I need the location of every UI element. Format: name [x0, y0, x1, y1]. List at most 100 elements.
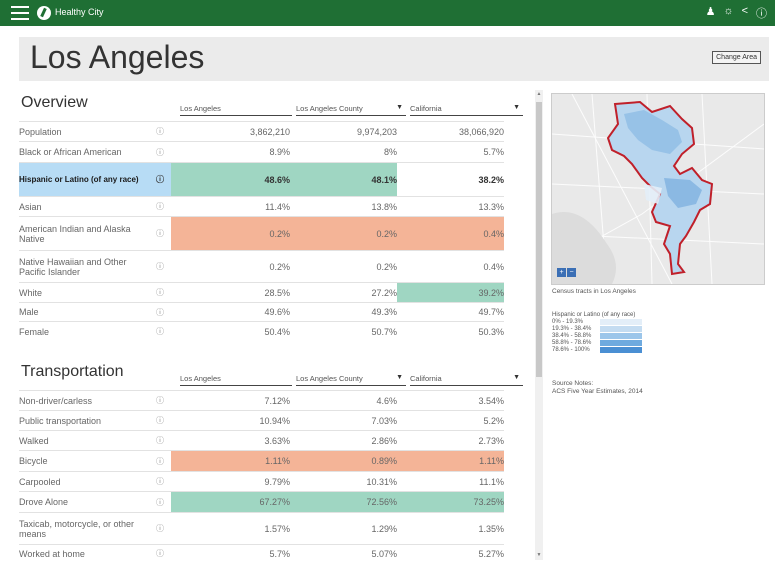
value-los-angeles: 50.4%	[171, 321, 290, 342]
value-county: 13.8%	[290, 196, 397, 217]
table-row: White ⓘ 28.5% 27.2% 39.2%	[19, 282, 504, 303]
value-county: 2.86%	[290, 430, 397, 451]
value-state: 1.11%	[397, 450, 504, 472]
row-label: Native Hawaiian and Other Pacific Island…	[19, 250, 149, 283]
legend-row: 0% - 19.3%	[552, 318, 642, 325]
value-state: 13.3%	[397, 196, 504, 217]
table-row: Bicycle ⓘ 1.11% 0.89% 1.11%	[19, 450, 504, 472]
value-state: 73.25%	[397, 491, 504, 513]
info-icon[interactable]: ⓘ	[149, 410, 171, 431]
legend-title: Hispanic or Latino (of any race)	[552, 312, 636, 318]
info-icon[interactable]: ⓘ	[149, 250, 171, 283]
value-state: 2.73%	[397, 430, 504, 451]
zoom-out-icon[interactable]: −	[567, 268, 576, 277]
info-icon[interactable]: ⓘ	[149, 430, 171, 451]
value-state: 5.7%	[397, 141, 504, 163]
value-state: 50.3%	[397, 321, 504, 342]
table-row: Male ⓘ 49.6% 49.3% 49.7%	[19, 302, 504, 322]
info-icon[interactable]: ⓘ	[149, 162, 171, 197]
table-row: Non-driver/carless ⓘ 7.12% 4.6% 3.54%	[19, 390, 504, 411]
dropdown-arrow-icon[interactable]: ▼	[396, 104, 403, 111]
settings-icon[interactable]: ☼	[723, 5, 733, 21]
value-county: 27.2%	[290, 282, 397, 303]
map-caption: Census tracts in Los Angeles	[552, 288, 636, 295]
table-row: Carpooled ⓘ 9.79% 10.31% 11.1%	[19, 471, 504, 492]
menu-icon[interactable]	[11, 6, 29, 20]
legend-row: 38.4% - 58.8%	[552, 332, 642, 339]
value-los-angeles: 0.2%	[171, 216, 290, 251]
table-row: Hispanic or Latino (of any race) ⓘ 48.6%…	[19, 162, 504, 197]
info-icon[interactable]: ⓘ	[149, 321, 171, 342]
scroll-up-icon[interactable]: ▲	[535, 91, 543, 97]
table-row: Taxicab, motorcycle, or other means ⓘ 1.…	[19, 512, 504, 545]
scroll-down-icon[interactable]: ▼	[535, 552, 543, 558]
value-los-angeles: 0.2%	[171, 250, 290, 283]
value-state: 3.54%	[397, 390, 504, 411]
info-icon[interactable]: ⓘ	[149, 471, 171, 492]
info-icon[interactable]: ⓘ	[149, 216, 171, 251]
col-head-state[interactable]: California ▼	[410, 374, 523, 386]
col-head-county[interactable]: Los Angeles County ▼	[296, 104, 406, 116]
value-county: 1.29%	[290, 512, 397, 545]
value-state: 0.4%	[397, 250, 504, 283]
title-bar: Los Angeles Change Area	[19, 37, 769, 81]
page-title: Los Angeles	[30, 39, 205, 75]
info-icon[interactable]: ⓘ	[149, 282, 171, 303]
value-los-angeles: 11.4%	[171, 196, 290, 217]
dropdown-arrow-icon[interactable]: ▼	[396, 374, 403, 381]
transportation-title: Transportation	[21, 363, 124, 380]
map-legend: Hispanic or Latino (of any race) 0% - 19…	[552, 312, 642, 353]
scrollbar[interactable]: ▲ ▼	[535, 90, 543, 560]
map-view[interactable]: + −	[551, 93, 765, 285]
col-head-state[interactable]: California ▼	[410, 104, 523, 116]
info-icon[interactable]: ⓘ	[149, 196, 171, 217]
table-row: Female ⓘ 50.4% 50.7% 50.3%	[19, 321, 504, 342]
table-row: American Indian and Alaska Native ⓘ 0.2%…	[19, 216, 504, 251]
value-county: 48.1%	[290, 162, 397, 197]
dropdown-arrow-icon[interactable]: ▼	[513, 104, 520, 111]
info-icon[interactable]: ⓘ	[149, 390, 171, 411]
col-head-county[interactable]: Los Angeles County ▼	[296, 374, 406, 386]
value-county: 8%	[290, 141, 397, 163]
value-county: 7.03%	[290, 410, 397, 431]
value-los-angeles: 3.63%	[171, 430, 290, 451]
help-icon[interactable]: ⓘ	[756, 5, 767, 21]
scrollbar-thumb[interactable]	[536, 102, 542, 377]
row-label: Taxicab, motorcycle, or other means	[19, 512, 149, 545]
info-icon[interactable]: ⓘ	[149, 491, 171, 513]
legend-row: 78.6% - 100%	[552, 346, 642, 353]
overview-table: Population ⓘ 3,862,210 9,974,203 38,066,…	[19, 121, 504, 342]
value-los-angeles: 9.79%	[171, 471, 290, 492]
row-label: American Indian and Alaska Native	[19, 216, 149, 251]
brand-name: Healthy City	[55, 7, 104, 17]
value-county: 9,974,203	[290, 121, 397, 142]
overview-title: Overview	[21, 94, 88, 111]
value-los-angeles: 28.5%	[171, 282, 290, 303]
value-state: 38.2%	[397, 162, 504, 197]
row-label: Carpooled	[19, 471, 149, 492]
top-bar: Healthy City ♟ ☼ < ⓘ	[0, 0, 775, 26]
value-state: 1.35%	[397, 512, 504, 545]
info-icon[interactable]: ⓘ	[149, 141, 171, 163]
info-icon[interactable]: ⓘ	[149, 512, 171, 545]
map-svg	[552, 94, 764, 284]
value-los-angeles: 67.27%	[171, 491, 290, 513]
info-icon[interactable]: ⓘ	[149, 450, 171, 472]
value-state: 38,066,920	[397, 121, 504, 142]
info-icon[interactable]: ⓘ	[149, 121, 171, 142]
value-county: 4.6%	[290, 390, 397, 411]
change-area-button[interactable]: Change Area	[712, 51, 761, 64]
table-row: Native Hawaiian and Other Pacific Island…	[19, 250, 504, 283]
zoom-in-icon[interactable]: +	[557, 268, 566, 277]
transportation-table: Non-driver/carless ⓘ 7.12% 4.6% 3.54% Pu…	[19, 390, 504, 563]
row-label: Non-driver/carless	[19, 390, 149, 411]
top-icons: ♟ ☼ < ⓘ	[706, 5, 767, 21]
info-icon[interactable]: ⓘ	[149, 302, 171, 322]
table-row: Population ⓘ 3,862,210 9,974,203 38,066,…	[19, 121, 504, 142]
row-label: Walked	[19, 430, 149, 451]
dropdown-arrow-icon[interactable]: ▼	[513, 374, 520, 381]
source-notes: Source Notes: ACS Five Year Estimates, 2…	[552, 380, 643, 396]
share-icon[interactable]: <	[742, 5, 748, 21]
user-icon[interactable]: ♟	[706, 5, 716, 21]
legend-row: 19.3% - 38.4%	[552, 325, 642, 332]
